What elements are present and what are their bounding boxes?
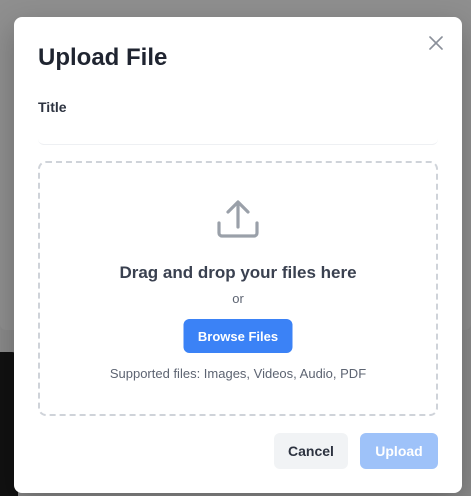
cancel-button[interactable]: Cancel <box>274 433 348 469</box>
close-button[interactable] <box>426 33 446 53</box>
dropzone-or-text: or <box>232 291 244 306</box>
supported-files-text: Supported files: Images, Videos, Audio, … <box>109 366 367 381</box>
title-field-label: Title <box>38 99 67 115</box>
upload-icon <box>217 200 259 238</box>
dropzone-heading: Drag and drop your files here <box>119 263 357 282</box>
browse-files-button[interactable]: Browse Files <box>183 319 293 353</box>
upload-button[interactable]: Upload <box>360 433 438 469</box>
title-input[interactable] <box>38 121 438 145</box>
upload-modal: Upload File Title Drag and drop your fil… <box>14 17 462 493</box>
file-dropzone[interactable]: Drag and drop your files here or Browse … <box>38 161 438 416</box>
modal-title: Upload File <box>38 44 168 71</box>
close-icon <box>429 36 443 50</box>
